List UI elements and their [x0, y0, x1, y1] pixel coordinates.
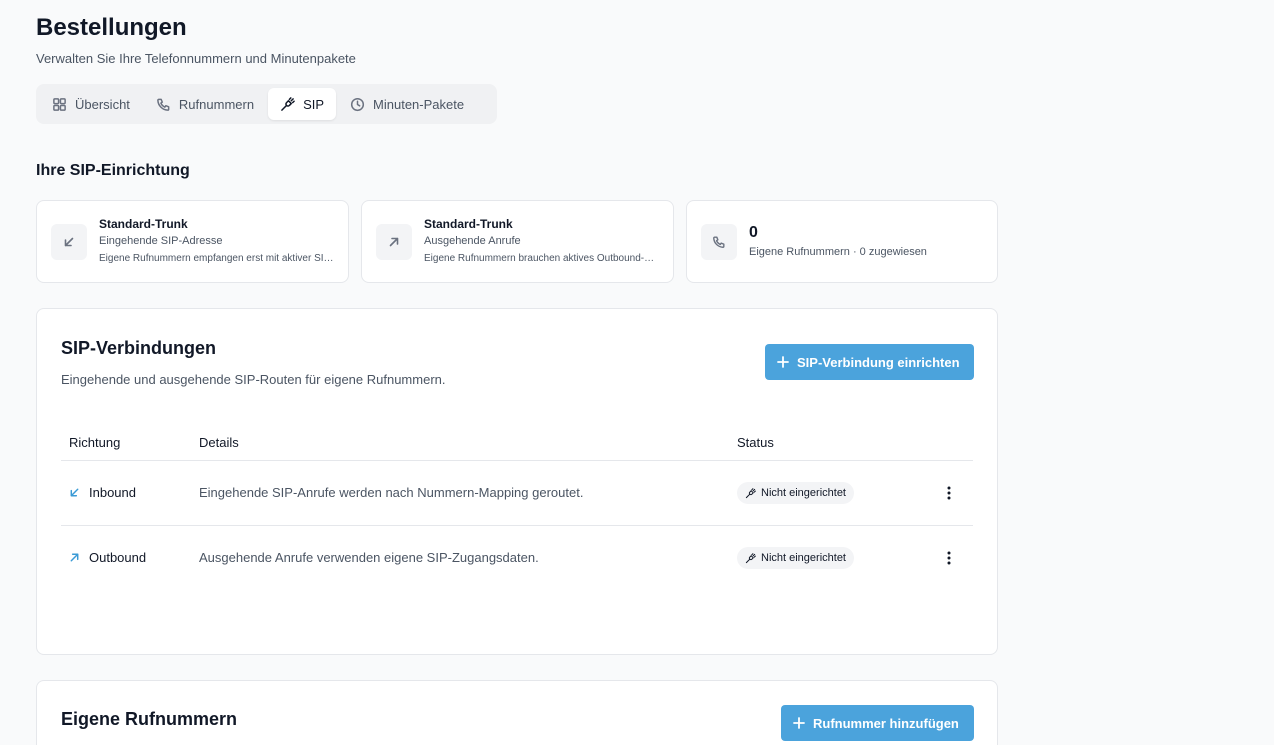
details-cell: Eingehende SIP-Anrufe werden nach Nummer… — [199, 485, 584, 500]
tab-label: Rufnummern — [178, 96, 255, 112]
own-numbers-panel: Eigene Rufnummern Rufnummer hinzufügen — [36, 680, 998, 745]
card-subtitle: Eingehende SIP-Adresse — [99, 234, 223, 247]
plus-icon — [793, 717, 805, 729]
row-menu-button[interactable] — [937, 481, 961, 505]
table-header: Richtung Details Status — [61, 425, 973, 461]
inbound-trunk-card: Standard-Trunk Eingehende SIP-Adresse Ei… — [36, 200, 349, 283]
panel-title: Eigene Rufnummern — [61, 709, 238, 729]
phone-icon — [713, 235, 725, 248]
direction-cell: Outbound — [69, 550, 146, 565]
column-header-direction: Richtung — [69, 435, 121, 450]
own-numbers-count: 0 — [749, 223, 758, 241]
own-numbers-card: 0 Eigene Rufnummern · 0 zugewiesen — [686, 200, 998, 283]
sip-connections-panel: SIP-Verbindungen Eingehende und ausgehen… — [36, 308, 998, 655]
panel-description: Eingehende und ausgehende SIP-Routen für… — [61, 372, 446, 387]
column-header-status: Status — [737, 435, 774, 450]
page-title: Bestellungen — [36, 14, 187, 41]
more-vertical-icon — [947, 551, 951, 565]
tab-minute-packages[interactable]: Minuten-Pakete — [338, 88, 476, 120]
plus-icon — [777, 356, 789, 368]
direction-label: Inbound — [89, 485, 136, 500]
tab-label: Minuten-Pakete — [373, 96, 465, 112]
direction-cell: Inbound — [69, 485, 136, 500]
tab-label: SIP — [303, 96, 325, 112]
add-sip-connection-button[interactable]: SIP-Verbindung einrichten — [765, 344, 974, 380]
arrow-down-left-icon — [70, 488, 79, 497]
card-title: Standard-Trunk — [424, 216, 513, 231]
direction-label: Outbound — [89, 550, 147, 565]
arrow-up-right-icon — [70, 553, 79, 562]
tab-bar: Übersicht Rufnummern SIP Minuten-Pakete — [36, 84, 497, 124]
card-subtitle: Ausgehende Anrufe — [424, 234, 521, 247]
table-row: Outbound Ausgehende Anrufe verwenden eig… — [61, 526, 973, 591]
status-badge: Nicht eingerichtet — [737, 547, 854, 569]
card-note: Eigene Rufnummern empfangen erst mit akt… — [99, 252, 334, 264]
row-menu-button[interactable] — [937, 546, 961, 570]
status-label: Nicht eingerichtet — [761, 552, 846, 564]
arrow-up-right-icon — [389, 237, 399, 246]
panel-title: SIP-Verbindungen — [61, 338, 217, 358]
outbound-trunk-card: Standard-Trunk Ausgehende Anrufe Eigene … — [361, 200, 674, 283]
page-subtitle: Verwalten Sie Ihre Telefonnummern und Mi… — [36, 51, 356, 66]
tab-numbers[interactable]: Rufnummern — [144, 88, 266, 120]
grid-icon — [53, 97, 66, 111]
phone-icon — [157, 98, 170, 111]
plug-icon — [745, 552, 756, 563]
button-label: SIP-Verbindung einrichten — [797, 354, 960, 370]
card-note: Eigene Rufnummern brauchen aktives Outbo… — [424, 252, 659, 264]
setup-section-title: Ihre SIP-Einrichtung — [36, 162, 190, 179]
icon-box — [701, 223, 737, 260]
tab-label: Übersicht — [75, 96, 130, 112]
details-cell: Ausgehende Anrufe verwenden eigene SIP-Z… — [199, 550, 539, 565]
clock-icon — [350, 97, 365, 111]
tab-overview[interactable]: Übersicht — [40, 88, 142, 120]
status-label: Nicht eingerichtet — [761, 487, 846, 499]
tab-sip[interactable]: SIP — [268, 88, 337, 120]
column-header-details: Details — [199, 435, 239, 450]
plug-icon — [281, 96, 295, 111]
more-vertical-icon — [947, 486, 951, 500]
status-badge: Nicht eingerichtet — [737, 482, 854, 504]
arrow-down-left-icon — [64, 237, 74, 246]
icon-box — [376, 223, 412, 260]
icon-box — [51, 223, 87, 260]
card-subtitle: Eigene Rufnummern · 0 zugewiesen — [749, 245, 927, 258]
card-title: Standard-Trunk — [99, 216, 188, 231]
button-label: Rufnummer hinzufügen — [813, 715, 959, 731]
add-number-button[interactable]: Rufnummer hinzufügen — [781, 705, 974, 741]
plug-icon — [745, 487, 756, 498]
table-row: Inbound Eingehende SIP-Anrufe werden nac… — [61, 461, 973, 526]
